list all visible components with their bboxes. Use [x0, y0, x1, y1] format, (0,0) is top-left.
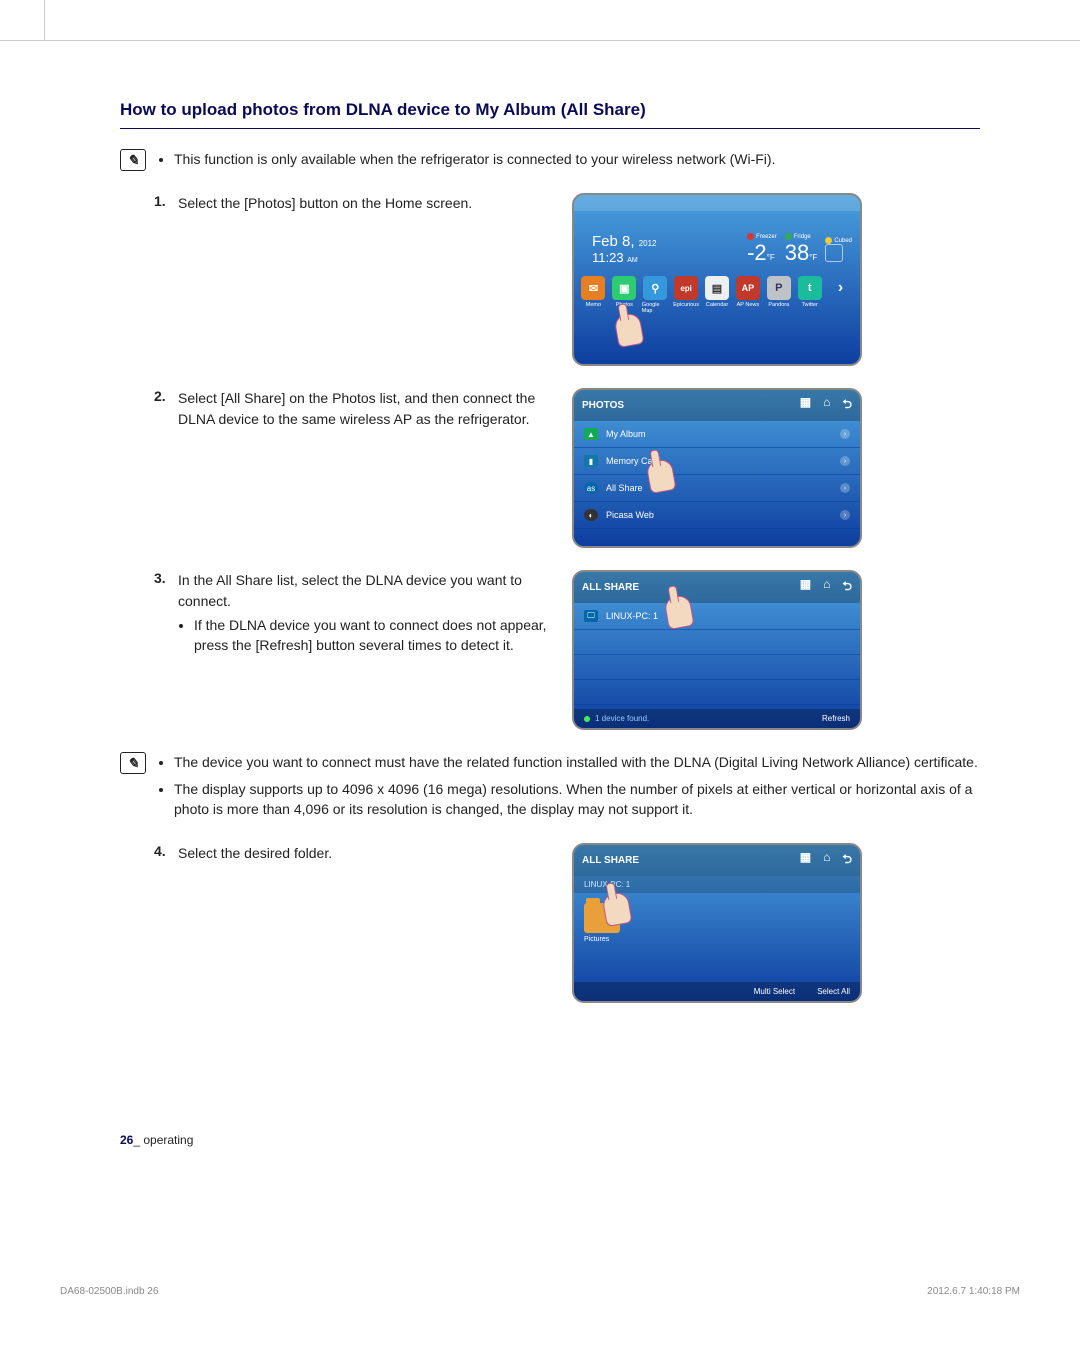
dock-apnews[interactable]: APAP News — [734, 276, 761, 314]
note-icon: ✎ — [120, 752, 146, 774]
print-footer: DA68-02500B.indb 26 2012.6.7 1:40:18 PM — [60, 1286, 1020, 1297]
step-text: Select the desired folder. — [178, 843, 560, 863]
dock-pandora[interactable]: PPandora — [765, 276, 792, 314]
panel-title: ALL SHARE — [582, 582, 639, 593]
panel-title: PHOTOS — [582, 400, 624, 411]
step-number: 4. — [154, 843, 178, 863]
step-text: In the All Share list, select the DLNA d… — [178, 570, 560, 611]
grid-icon[interactable]: ▦ — [800, 395, 811, 416]
allshare-device-screen: ALL SHARE ▦ ⌂ ⮌ 🖵LINUX-PC: 1 1 device fo… — [572, 570, 862, 730]
list-item-memorycard[interactable]: ▮Memory Card› — [574, 448, 860, 475]
select-all-button[interactable]: Select All — [817, 987, 850, 996]
back-icon[interactable]: ⮌ — [842, 850, 852, 871]
list-item-device[interactable]: 🖵LINUX-PC: 1 — [574, 603, 860, 630]
step-sub-text: If the DLNA device you want to connect d… — [194, 615, 560, 656]
home-icon[interactable]: ⌂ — [823, 577, 830, 598]
back-icon[interactable]: ⮌ — [842, 395, 852, 416]
list-item-allshare[interactable]: asAll Share› — [574, 475, 860, 502]
photos-list-screen: PHOTOS ▦ ⌂ ⮌ ▲My Album› ▮Memory Card› as… — [572, 388, 862, 548]
allshare-folder-screen: ALL SHARE ▦ ⌂ ⮌ LINUX-PC: 1 Pictures Mul… — [572, 843, 862, 1003]
step-number: 2. — [154, 388, 178, 429]
home-icon[interactable]: ⌂ — [823, 395, 830, 416]
page-footer: 26_ operating — [120, 1133, 193, 1147]
home-screen: Feb 8, 2012 11:23 AM Freezer -2°F Fridge… — [572, 193, 862, 366]
breadcrumb: LINUX-PC: 1 — [574, 876, 860, 893]
panel-title: ALL SHARE — [582, 855, 639, 866]
step-text: Select the [Photos] button on the Home s… — [178, 193, 560, 213]
grid-icon[interactable]: ▦ — [800, 577, 811, 598]
dock-epicurious[interactable]: epiEpicurious — [673, 276, 700, 314]
step-number: 1. — [154, 193, 178, 213]
step-number: 3. — [154, 570, 178, 661]
dock-more[interactable]: › — [827, 276, 854, 314]
grid-icon[interactable]: ▦ — [800, 850, 811, 871]
refresh-button[interactable]: Refresh — [822, 714, 850, 723]
home-icon[interactable]: ⌂ — [823, 850, 830, 871]
section-heading: How to upload photos from DLNA device to… — [120, 100, 980, 129]
dock-twitter[interactable]: tTwitter — [796, 276, 823, 314]
step-text: Select [All Share] on the Photos list, a… — [178, 388, 560, 429]
dock-memo[interactable]: ✉Memo — [580, 276, 607, 314]
date-time-widget: Feb 8, 2012 11:23 AM — [592, 233, 747, 266]
multi-select-button[interactable]: Multi Select — [754, 987, 795, 996]
note-text: This function is only available when the… — [174, 149, 980, 169]
app-dock: ✉Memo ▣Photos ⚲Google Map epiEpicurious … — [574, 272, 860, 322]
note-text: The device you want to connect must have… — [174, 752, 980, 772]
dock-map[interactable]: ⚲Google Map — [642, 276, 669, 314]
back-icon[interactable]: ⮌ — [842, 577, 852, 598]
list-item-myalbum[interactable]: ▲My Album› — [574, 421, 860, 448]
device-count-status: 1 device found. — [584, 714, 649, 723]
dock-calendar[interactable]: ▤Calendar — [704, 276, 731, 314]
note-icon: ✎ — [120, 149, 146, 171]
list-item-picasa[interactable]: ◐Picasa Web› — [574, 502, 860, 529]
note-text: The display supports up to 4096 x 4096 (… — [174, 779, 980, 820]
